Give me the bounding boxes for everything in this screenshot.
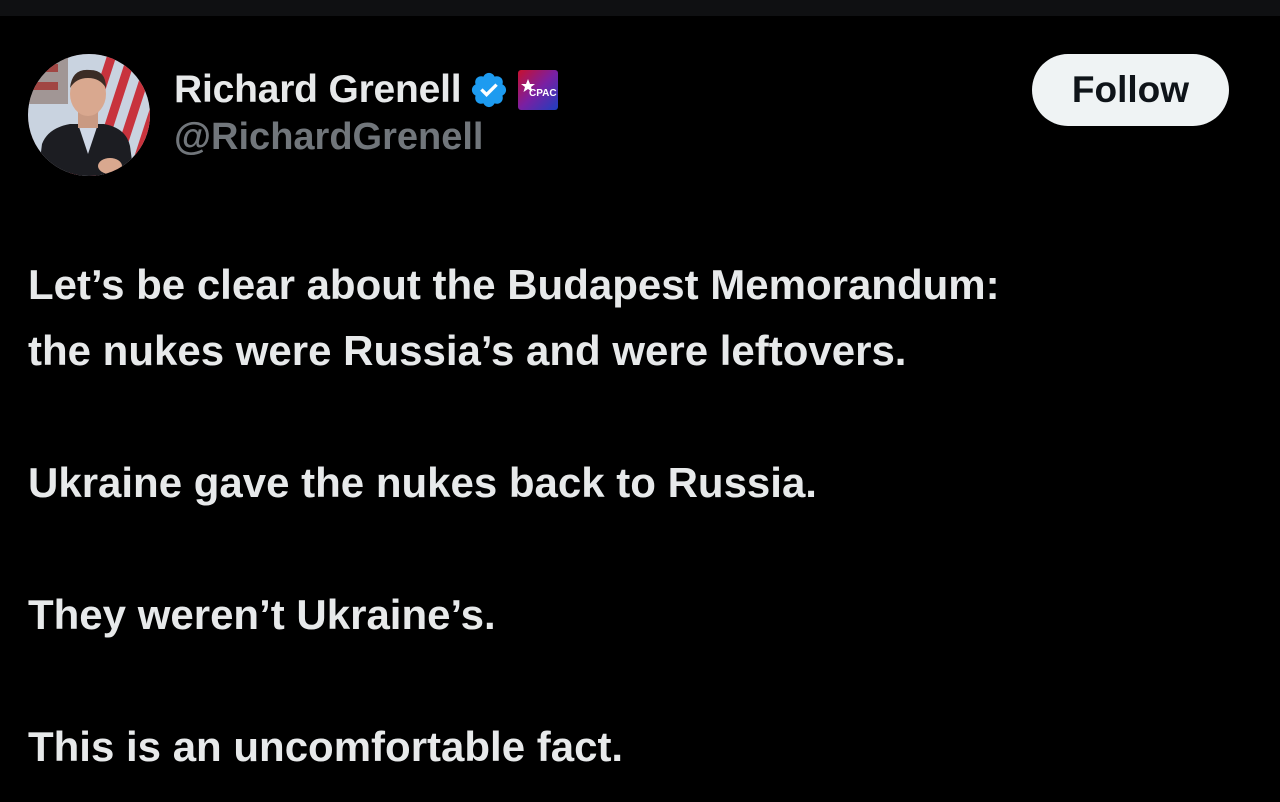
author-display-name[interactable]: Richard Grenell: [174, 68, 462, 112]
author-name-row: Richard Grenell CPAC: [174, 66, 559, 114]
follow-button[interactable]: Follow: [1032, 54, 1229, 126]
affiliate-badge-text: CPAC: [529, 88, 557, 99]
tweet-line: This is an uncomfortable fact.: [28, 723, 624, 770]
top-bar: [0, 0, 1280, 16]
author-handle[interactable]: @RichardGrenell: [174, 116, 483, 159]
tweet-line: the nukes were Russia’s and were leftove…: [28, 327, 907, 374]
verified-badge-icon[interactable]: [469, 70, 509, 110]
author-avatar[interactable]: [28, 54, 150, 176]
profile-photo-icon: [28, 54, 150, 176]
tweet-text: Let’s be clear about the Budapest Memora…: [28, 252, 1248, 780]
cpac-affiliate-badge-icon[interactable]: CPAC: [517, 69, 559, 111]
tweet-line: Let’s be clear about the Budapest Memora…: [28, 261, 1000, 308]
tweet-line: Ukraine gave the nukes back to Russia.: [28, 459, 817, 506]
tweet-line: They weren’t Ukraine’s.: [28, 591, 496, 638]
tweet-card: Richard Grenell CPAC @RichardGrenell Fol…: [0, 16, 1280, 802]
